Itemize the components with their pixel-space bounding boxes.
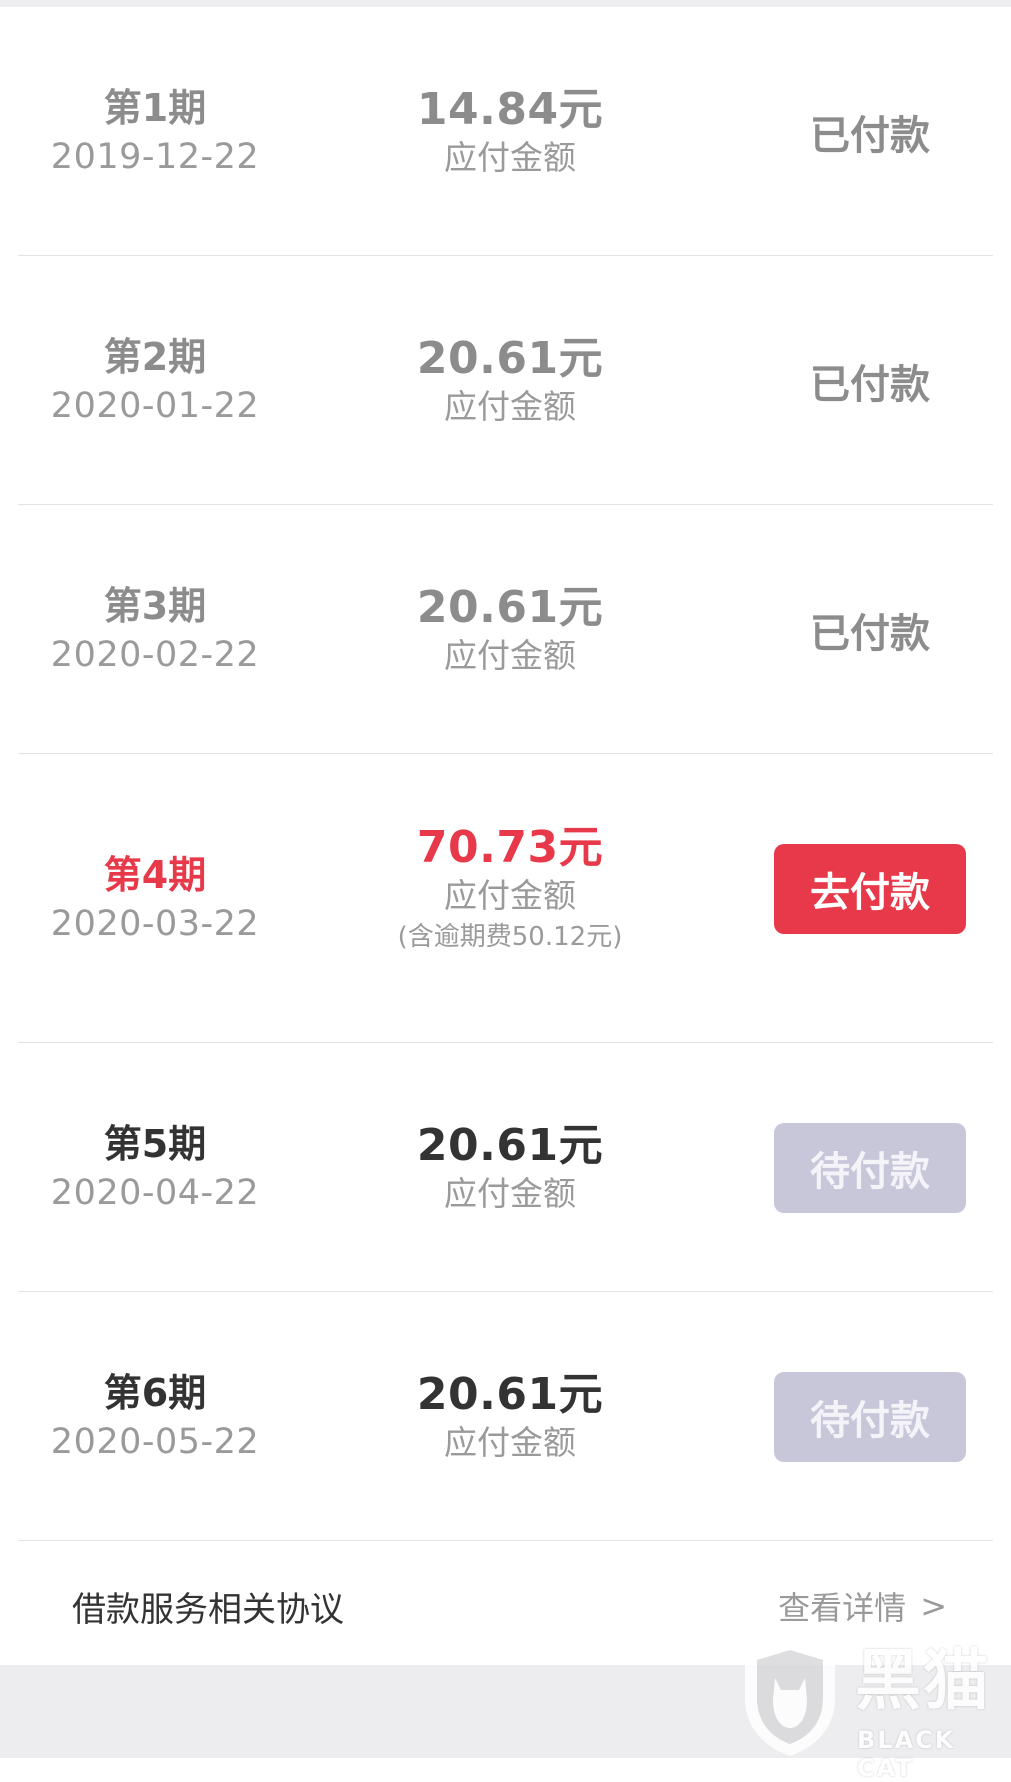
black-cat-shield-icon [745,1640,835,1756]
amount-label: 应付金额 [444,875,576,915]
amount-info: 70.73元 应付金额 (含逾期费50.12元) [355,734,665,1043]
status-paid: 已付款 [810,361,930,408]
installment-row-6: 第6期 2020-05-22 20.61元 应付金额 待付款 [0,1292,1011,1541]
view-details-text: 查看详情 [778,1589,907,1627]
amount-info: 14.84元 应付金额 [355,7,665,256]
amount-info: 20.61元 应付金额 [355,1292,665,1541]
chevron-right-icon: > [920,1587,947,1625]
period-info: 第1期 2019-12-22 [20,7,290,256]
status-paid: 已付款 [810,610,930,657]
due-date: 2020-05-22 [50,1421,260,1462]
pay-now-button[interactable]: 去付款 [774,843,966,934]
period-info: 第3期 2020-02-22 [20,505,290,754]
period-label: 第2期 [103,334,207,379]
amount-value: 20.61元 [416,1119,604,1171]
status-cell: 去付款 [750,734,990,1043]
period-info: 第6期 2020-05-22 [20,1292,290,1541]
due-date: 2019-12-22 [50,136,260,177]
amount-info: 20.61元 应付金额 [355,256,665,505]
amount-label: 应付金额 [444,137,576,177]
status-cell: 已付款 [750,505,990,754]
status-cell: 已付款 [750,7,990,256]
amount-value: 20.61元 [416,1368,604,1420]
period-info: 第5期 2020-04-22 [20,1043,290,1292]
due-date: 2020-03-22 [50,903,260,944]
pending-payment-button[interactable]: 待付款 [774,1122,966,1213]
period-info: 第4期 2020-03-22 [20,754,290,1043]
status-cell: 待付款 [750,1043,990,1292]
status-cell: 已付款 [750,256,990,505]
amount-label: 应付金额 [444,635,576,675]
amount-label: 应付金额 [444,1422,576,1462]
amount-value: 14.84元 [416,83,604,135]
pending-payment-button[interactable]: 待付款 [774,1371,966,1462]
status-paid: 已付款 [810,112,930,159]
amount-info: 20.61元 应付金额 [355,1043,665,1292]
top-strip [0,0,1011,7]
due-date: 2020-02-22 [50,634,260,675]
watermark-sub: BLACK CAT [857,1726,956,1782]
amount-value: 20.61元 [416,581,604,633]
installment-row-2: 第2期 2020-01-22 20.61元 应付金额 已付款 [0,256,1011,505]
period-label: 第5期 [103,1121,207,1166]
amount-value: 20.61元 [416,332,604,384]
amount-label: 应付金额 [444,386,576,426]
installment-row-5: 第5期 2020-04-22 20.61元 应付金额 待付款 [0,1043,1011,1292]
agreement-label: 借款服务相关协议 [72,1589,344,1630]
installment-row-4: 第4期 2020-03-22 70.73元 应付金额 (含逾期费50.12元) … [0,754,1011,1043]
status-cell: 待付款 [750,1292,990,1541]
due-date: 2020-04-22 [50,1172,260,1213]
period-label: 第6期 [103,1370,207,1415]
installment-row-3: 第3期 2020-02-22 20.61元 应付金额 已付款 [0,505,1011,754]
watermark-name: 黑猫 [855,1642,991,1719]
amount-value: 70.73元 [416,821,604,873]
amount-info: 20.61元 应付金额 [355,505,665,754]
installment-list: 第1期 2019-12-22 14.84元 应付金额 已付款 第2期 2020-… [0,7,1011,1541]
black-cat-watermark: 黑猫 BLACK CAT [735,1638,1011,1782]
divider [18,1540,993,1541]
installment-row-1: 第1期 2019-12-22 14.84元 应付金额 已付款 [0,7,1011,256]
overdue-fee-note: (含逾期费50.12元) [397,921,623,952]
due-date: 2020-01-22 [50,385,260,426]
amount-label: 应付金额 [444,1173,576,1213]
period-label: 第3期 [103,583,207,628]
period-label: 第1期 [103,85,207,130]
period-label: 第4期 [103,852,207,897]
period-info: 第2期 2020-01-22 [20,256,290,505]
